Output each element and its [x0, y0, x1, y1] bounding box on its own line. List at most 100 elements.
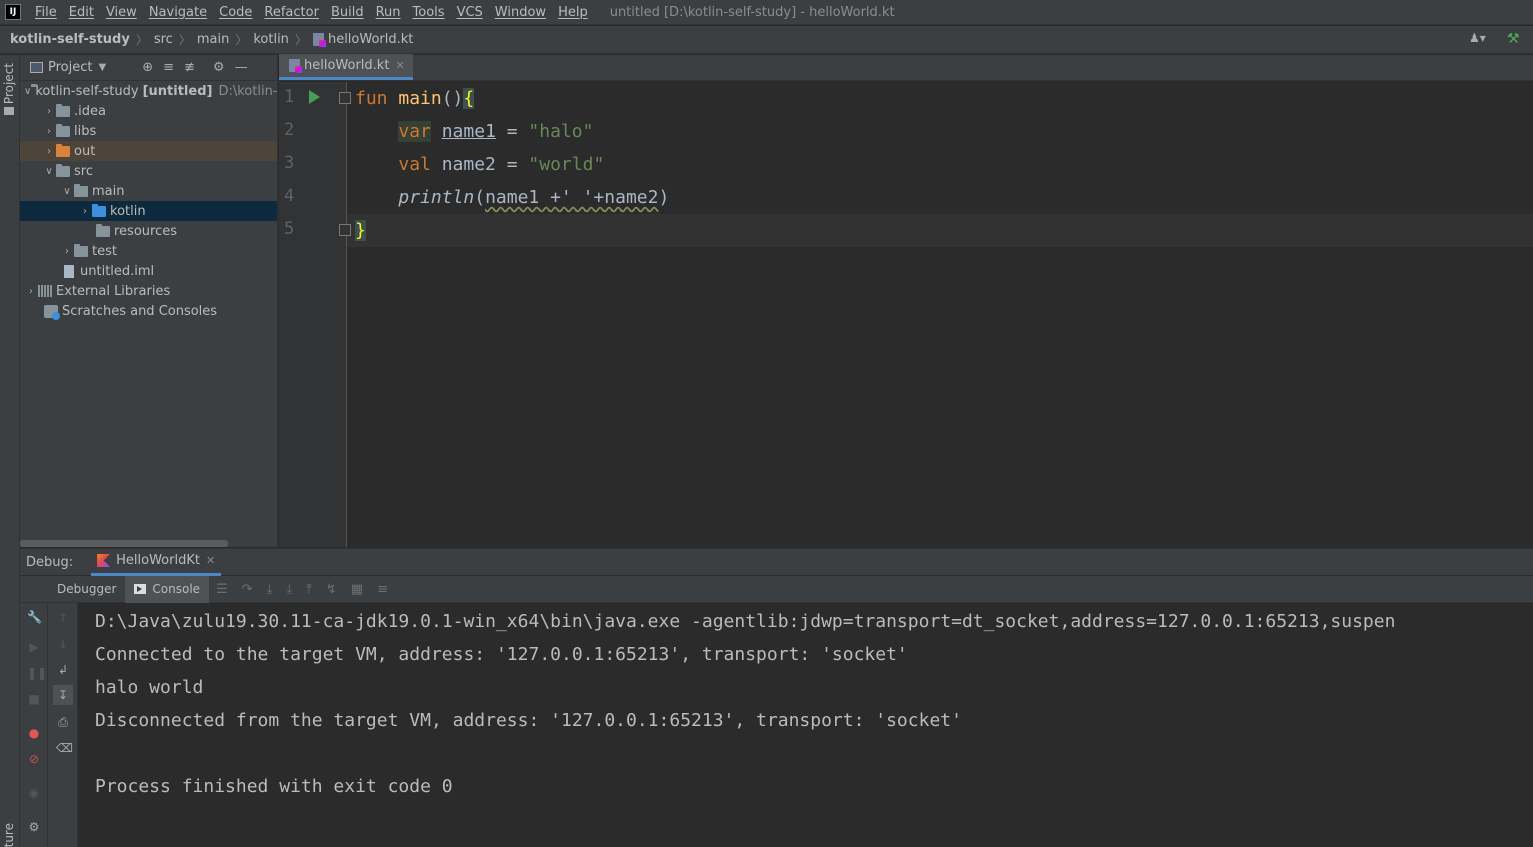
menu-view[interactable]: View	[100, 5, 143, 20]
chevron-down-icon[interactable]: ∨	[42, 166, 56, 177]
menu-run[interactable]: Run	[370, 5, 407, 20]
menu-lines-icon[interactable]: ☰	[216, 582, 228, 597]
tree-item-path: D:\kotlin-	[218, 83, 278, 99]
menu-refactor[interactable]: Refactor	[258, 5, 325, 20]
tree-item-external-libraries[interactable]: › External Libraries	[20, 281, 277, 301]
tree-item-iml[interactable]: untitled.iml	[20, 261, 277, 281]
trash-icon[interactable]: ⌫	[56, 741, 73, 755]
scroll-to-end-icon[interactable]: ↧	[53, 685, 73, 705]
print-icon[interactable]: ⎙	[56, 715, 70, 729]
function-call: println	[398, 187, 475, 208]
keyword: fun	[355, 88, 388, 109]
code-line-4: println(name1 +' '+name2)	[355, 181, 669, 214]
chevron-right-icon[interactable]: ›	[42, 146, 56, 157]
build-hammer-icon[interactable]: ⚒	[1507, 31, 1523, 47]
kotlin-file-icon	[312, 33, 326, 47]
arrow-up-icon[interactable]: ↑	[56, 611, 70, 625]
structure-tool-tab[interactable]: ture	[2, 823, 18, 847]
menu-bar: IJ File Edit View Navigate Code Refactor…	[0, 0, 1533, 25]
step-over-icon[interactable]: ↷	[242, 582, 253, 597]
evaluate-icon[interactable]: ▦	[351, 582, 363, 597]
arrow-down-icon[interactable]: ↓	[56, 637, 70, 651]
project-tool-tab[interactable]: Project	[2, 63, 18, 104]
tree-item-src[interactable]: ∨ src	[20, 161, 277, 181]
debug-session-tab[interactable]: HelloWorldKt ✕	[91, 549, 222, 576]
menu-code[interactable]: Code	[213, 5, 258, 20]
camera-icon[interactable]: ◉	[27, 786, 41, 800]
chevron-down-icon[interactable]: ∨	[60, 186, 74, 197]
step-out-icon[interactable]: ⤒	[306, 582, 312, 597]
tree-item-idea[interactable]: › .idea	[20, 101, 277, 121]
mute-breakpoints-icon[interactable]: ⊘	[27, 752, 41, 766]
tree-item-main[interactable]: ∨ main	[20, 181, 277, 201]
chevron-down-icon[interactable]: ∨	[24, 86, 31, 97]
project-view-dropdown[interactable]: Project	[48, 60, 92, 75]
horizontal-scrollbar[interactable]	[20, 540, 228, 547]
tree-item-test[interactable]: › test	[20, 241, 277, 261]
menu-edit[interactable]: Edit	[63, 5, 100, 20]
variable-name: name1	[485, 187, 540, 208]
chevron-right-icon[interactable]: ›	[60, 246, 74, 257]
collapse-all-icon[interactable]: ≢	[184, 60, 195, 75]
hide-icon[interactable]: —	[235, 60, 248, 75]
line-number: 2	[284, 120, 295, 140]
menu-navigate[interactable]: Navigate	[143, 5, 213, 20]
console-line: D:\Java\zulu19.30.11-ca-jdk19.0.1-win_x6…	[95, 611, 1396, 632]
tree-item-root[interactable]: ∨ kotlin-self-study [untitled] D:\kotlin…	[20, 81, 278, 101]
tree-item-out[interactable]: › out	[20, 141, 277, 161]
console-output[interactable]: D:\Java\zulu19.30.11-ca-jdk19.0.1-win_x6…	[79, 603, 1533, 847]
chevron-right-icon[interactable]: ›	[24, 286, 38, 297]
tree-item-resources[interactable]: resources	[20, 221, 277, 241]
tab-console[interactable]: Console	[125, 575, 210, 603]
chevron-right-icon[interactable]: ›	[78, 206, 92, 217]
debug-tool-window-header: Debug: HelloWorldKt ✕	[20, 548, 1533, 576]
breadcrumb-main[interactable]: main	[197, 32, 229, 47]
tree-item-kotlin[interactable]: › kotlin	[20, 201, 277, 221]
stop-icon[interactable]: ■	[27, 692, 41, 706]
step-into-icon[interactable]: ⤓	[267, 582, 273, 597]
tab-debugger[interactable]: Debugger	[48, 576, 125, 603]
folder-icon	[56, 103, 70, 117]
breakpoints-icon[interactable]: ●	[27, 726, 41, 740]
menu-vcs[interactable]: VCS	[451, 5, 489, 20]
gear-icon[interactable]: ⚙	[27, 820, 41, 834]
breadcrumb-file[interactable]: helloWorld.kt	[312, 32, 413, 47]
run-to-cursor-icon[interactable]: ↯	[326, 582, 337, 597]
chevron-right-icon[interactable]: ›	[42, 106, 56, 117]
code-area[interactable]: 1 2 3 4 5 fun main(){ var name1 = "halo"…	[279, 82, 1533, 547]
breadcrumb-project[interactable]: kotlin-self-study	[10, 32, 130, 47]
library-icon	[38, 285, 52, 297]
locate-icon[interactable]: ⊕	[142, 60, 153, 75]
menu-build[interactable]: Build	[325, 5, 370, 20]
fold-icon[interactable]	[339, 224, 351, 236]
fold-icon[interactable]	[339, 92, 351, 104]
force-step-into-icon[interactable]: ⤓	[286, 582, 292, 597]
console-icon	[134, 584, 147, 594]
trace-icon[interactable]: ≡	[377, 582, 388, 597]
tree-item-scratches[interactable]: Scratches and Consoles	[20, 301, 277, 321]
wrench-icon[interactable]: 🔧	[27, 610, 42, 624]
close-icon[interactable]: ✕	[206, 554, 215, 567]
scratches-icon	[44, 304, 60, 320]
tab-console-label: Console	[152, 582, 201, 596]
menu-tools[interactable]: Tools	[407, 5, 451, 20]
run-gutter-icon[interactable]	[309, 90, 320, 104]
tab-helloworld[interactable]: helloWorld.kt ✕	[279, 54, 413, 80]
menu-window[interactable]: Window	[489, 5, 552, 20]
menu-file[interactable]: File	[29, 5, 63, 20]
source-folder-icon	[92, 203, 106, 217]
breadcrumb-src[interactable]: src	[154, 32, 173, 47]
resume-icon[interactable]: ▶	[27, 640, 41, 654]
menu-help[interactable]: Help	[552, 5, 594, 20]
chevron-down-icon[interactable]: ▼	[98, 62, 106, 73]
breadcrumb-kotlin[interactable]: kotlin	[253, 32, 289, 47]
user-dropdown-icon[interactable]: ♟▾	[1469, 31, 1493, 47]
gear-icon[interactable]: ⚙	[213, 60, 225, 75]
project-panel: Project ▼ ⊕ ≡ ≢ ⚙ — ∨ kotlin-self-study …	[20, 55, 278, 547]
chevron-right-icon[interactable]: ›	[42, 126, 56, 137]
expand-all-icon[interactable]: ≡	[163, 60, 174, 75]
close-icon[interactable]: ✕	[395, 59, 404, 72]
pause-icon[interactable]: ❚❚	[27, 666, 47, 680]
tree-item-libs[interactable]: › libs	[20, 121, 277, 141]
soft-wrap-icon[interactable]: ↲	[56, 663, 70, 677]
